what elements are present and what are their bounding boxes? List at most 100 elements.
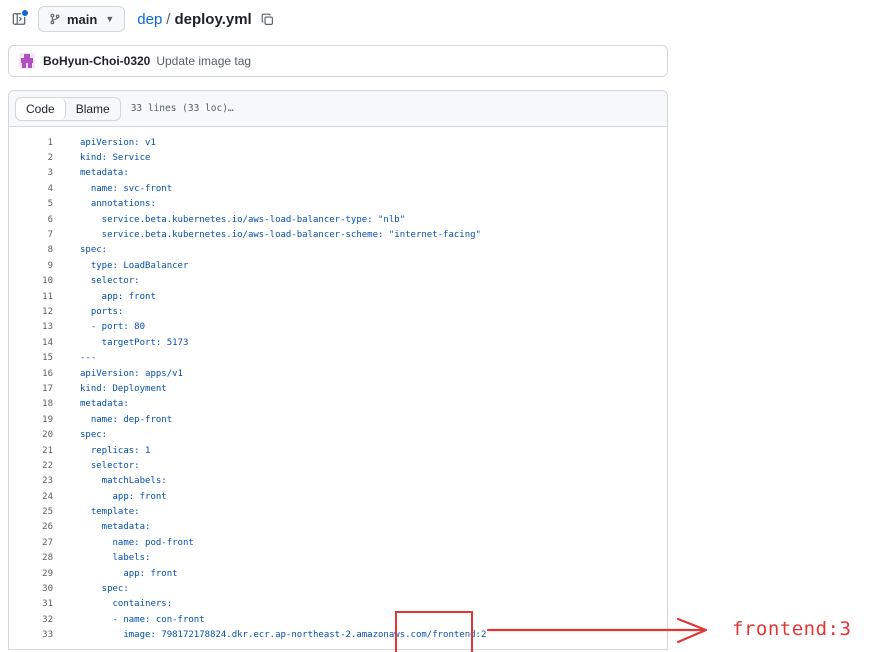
line-content: containers: [80, 599, 173, 610]
code-line: 10 selector: [9, 274, 667, 289]
copy-path-button[interactable] [260, 11, 276, 27]
line-content: service.beta.kubernetes.io/aws-load-bala… [80, 214, 406, 225]
line-content: spec: [80, 430, 108, 441]
code-line: 22 selector: [9, 458, 667, 473]
line-content: name: dep-front [80, 414, 173, 425]
line-content: metadata: [80, 168, 129, 179]
code-line: 28 labels: [9, 551, 667, 566]
annotation-arrow-icon [486, 617, 708, 644]
code-line: 26 metadata: [9, 520, 667, 535]
line-content: - port: 80 [80, 322, 146, 333]
code-line: 15 --- [9, 350, 667, 365]
line-content: matchLabels: [80, 476, 167, 487]
code-body[interactable]: 1 apiVersion: v1 2 kind: Service 3 metadata: 4… [9, 127, 667, 643]
commit-author-link[interactable]: BoHyun-Choi-0320 [43, 54, 150, 68]
code-line: 24 app: front [9, 489, 667, 504]
code-line: 25 template: [9, 504, 667, 519]
breadcrumb-file-name: deploy.yml [174, 10, 252, 28]
line-number[interactable]: 4 [9, 184, 53, 194]
code-line: 29 app: front [9, 566, 667, 581]
line-number[interactable]: 9 [9, 261, 53, 271]
breadcrumb: dep / deploy.yml [137, 11, 275, 28]
code-line: 30 spec: [9, 581, 667, 596]
line-number[interactable]: 23 [9, 476, 53, 486]
line-number[interactable]: 7 [9, 230, 53, 240]
line-number[interactable]: 1 [9, 138, 53, 148]
line-content: spec: [80, 584, 129, 595]
code-line: 18 metadata: [9, 397, 667, 412]
line-content: targetPort: 5173 [80, 337, 189, 348]
line-number[interactable]: 29 [9, 569, 53, 579]
line-content: --- [80, 353, 97, 364]
file-header: main ▼ dep / deploy.yml [0, 0, 650, 38]
line-number[interactable]: 20 [9, 430, 53, 440]
line-number[interactable]: 11 [9, 292, 53, 302]
tab-blame[interactable]: Blame [66, 98, 120, 120]
line-number[interactable]: 8 [9, 245, 53, 255]
annotation-label: frontend:3 [732, 618, 852, 640]
line-number[interactable]: 16 [9, 369, 53, 379]
code-line: 12 ports: [9, 304, 667, 319]
line-number[interactable]: 21 [9, 446, 53, 456]
line-content: kind: Deployment [80, 383, 167, 394]
code-line: 6 service.beta.kubernetes.io/aws-load-ba… [9, 212, 667, 227]
git-branch-icon [50, 13, 60, 25]
line-number[interactable]: 3 [9, 168, 53, 178]
line-content: annotations: [80, 199, 156, 210]
code-line: 19 name: dep-front [9, 412, 667, 427]
commit-message-link[interactable]: Update image tag [156, 54, 251, 68]
line-content: type: LoadBalancer [80, 260, 189, 271]
image-tag-highlight-box [395, 611, 473, 652]
file-lines-info: 33 lines (33 loc)… [130, 103, 234, 114]
code-line: 17 kind: Deployment [9, 381, 667, 396]
line-number[interactable]: 31 [9, 599, 53, 609]
line-number[interactable]: 14 [9, 338, 53, 348]
line-number[interactable]: 28 [9, 553, 53, 563]
line-number[interactable]: 12 [9, 307, 53, 317]
copy-icon [261, 13, 274, 25]
line-number[interactable]: 22 [9, 461, 53, 471]
code-line: 5 annotations: [9, 197, 667, 212]
line-number[interactable]: 2 [9, 153, 53, 163]
code-line: 14 targetPort: 5173 [9, 335, 667, 350]
line-number[interactable]: 32 [9, 615, 53, 625]
line-number[interactable]: 17 [9, 384, 53, 394]
breadcrumb-repo-link[interactable]: dep [137, 11, 162, 28]
line-content: app: front [80, 291, 156, 302]
line-content: app: front [80, 568, 178, 579]
line-number[interactable]: 30 [9, 584, 53, 594]
avatar[interactable] [19, 53, 35, 69]
code-line: 13 - port: 80 [9, 320, 667, 335]
line-content: app: front [80, 491, 167, 502]
line-number[interactable]: 33 [9, 630, 53, 640]
line-content: spec: [80, 245, 108, 256]
line-content: labels: [80, 553, 151, 564]
line-number[interactable]: 13 [9, 322, 53, 332]
code-line: 2 kind: Service [9, 150, 667, 165]
code-line: 31 containers: [9, 597, 667, 612]
line-number[interactable]: 6 [9, 215, 53, 225]
line-content: metadata: [80, 522, 151, 533]
sidebar-toggle-button[interactable] [10, 9, 29, 28]
branch-name: main [67, 11, 98, 27]
line-content: selector: [80, 460, 140, 471]
line-number[interactable]: 26 [9, 522, 53, 532]
tab-code[interactable]: Code [16, 97, 66, 120]
code-panel: Code Blame 33 lines (33 loc)… 1 apiVersio… [8, 90, 668, 650]
line-number[interactable]: 25 [9, 507, 53, 517]
line-number[interactable]: 19 [9, 415, 53, 425]
line-number[interactable]: 18 [9, 399, 53, 409]
line-number[interactable]: 5 [9, 199, 53, 209]
line-content: metadata: [80, 399, 129, 410]
code-line: 9 type: LoadBalancer [9, 258, 667, 273]
branch-selector-button[interactable]: main ▼ [38, 6, 126, 32]
code-line: 7 service.beta.kubernetes.io/aws-load-ba… [9, 227, 667, 242]
code-line: 8 spec: [9, 243, 667, 258]
line-number[interactable]: 10 [9, 276, 53, 286]
line-number[interactable]: 24 [9, 492, 53, 502]
line-content: apiVersion: apps/v1 [80, 368, 183, 379]
line-number[interactable]: 27 [9, 538, 53, 548]
code-line: 3 metadata: [9, 166, 667, 181]
line-number[interactable]: 15 [9, 353, 53, 363]
line-content: replicas: 1 [80, 445, 151, 456]
